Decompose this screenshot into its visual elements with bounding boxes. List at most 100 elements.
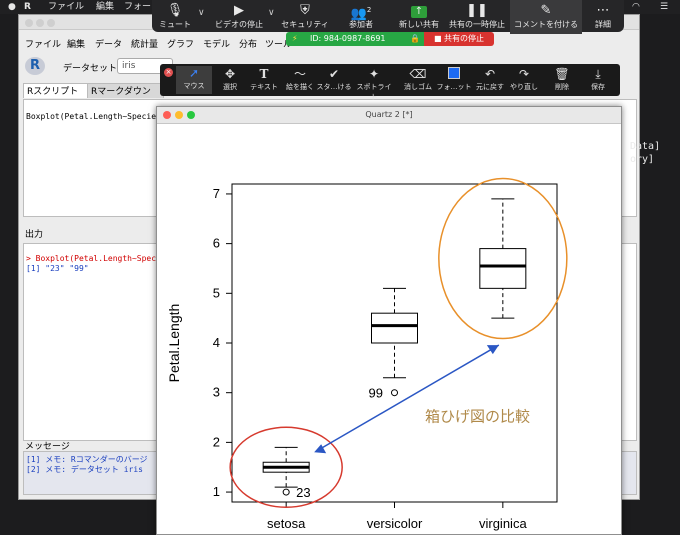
more-dots-icon: ⋯ [596,3,610,18]
tool-mouse[interactable]: ➚ マウス [176,66,212,94]
participants-label: 参加者 [349,20,373,29]
apple-menu-icon[interactable]: ● [8,0,16,14]
shield-icon: ⛨ [300,3,310,18]
outlier-label: 99 [369,386,383,401]
cursor-icon: ➚ [188,66,200,80]
text-t-icon: T [259,67,269,81]
more-button[interactable]: ⋯ 詳細 [586,2,620,30]
meeting-id-badge[interactable]: ⚡ ID: 984-0987-8691 🔒 [286,32,424,46]
participants-button[interactable]: 👥2 参加者 [338,2,384,30]
menubar-file[interactable]: ファイル [48,0,84,14]
video-camera-icon: ▶ [234,3,244,18]
outlier-point [391,389,398,397]
lock-icon: 🔒 [410,34,420,43]
output-line: > Boxplot(Petal.Length~Spec [26,254,157,263]
x-tick-label: setosa [267,516,306,531]
tool-undo[interactable]: ↶ 元に戻す [472,67,508,92]
window-close-button[interactable] [25,19,33,27]
stop-video-button[interactable]: ▶ ビデオの停止 [212,2,266,30]
new-share-button[interactable]: ↑ 新しい共有 [394,2,444,30]
y-tick-label: 3 [213,385,220,400]
menubar-format[interactable]: フォー [124,0,151,14]
script-line: Boxplot(Petal.Length~Specie [26,112,157,121]
message-line: [2] メモ: データセット iris [26,465,143,474]
people-icon: 👥2 [350,6,372,22]
menubar-app-name[interactable]: R [24,0,31,14]
redo-icon: ↷ [518,67,530,81]
output-line: [1] "23" "99" [26,264,89,273]
annotation-text: 箱ひげ図の比較 [425,408,530,426]
window-maximize-button[interactable] [47,19,55,27]
tab-r-script[interactable]: Rスクリプト [23,83,88,98]
eraser-icon: ⌫ [409,67,427,81]
y-tick-label: 4 [213,335,220,350]
tool-draw-label: 絵を描く [286,83,314,91]
tool-delete[interactable]: 🗑 削除 [544,67,580,92]
menu-data[interactable]: データ [95,37,122,50]
window-close-button[interactable] [163,111,171,119]
stop-square-icon: ■ [433,34,445,43]
security-button[interactable]: ⛨ セキュリティ [278,2,332,30]
window-minimize-button[interactable] [36,19,44,27]
save-download-icon: ⤓ [595,67,601,81]
annotate-button[interactable]: ✎ コメントを付ける [510,0,582,34]
shield-check-icon: ⚡ [292,34,298,43]
y-axis-label: Petal.Length [166,304,182,383]
tool-eraser[interactable]: ⌫ 消しゴム [400,67,436,92]
menu-file[interactable]: ファイル [25,37,61,50]
tool-stamp[interactable]: ✔ スタ…ける [316,67,352,92]
tool-stamp-label: スタ…ける [316,83,352,91]
tool-redo[interactable]: ↷ やり直し [506,67,542,92]
tool-spotlight[interactable]: ✦ スポトライト [354,67,394,102]
menu-models[interactable]: モデル [203,37,230,50]
outlier-point [282,488,290,496]
annotation-toolbar: × ➚ マウス ✥ 選択 T テキスト 〜 絵を描く ✔ スタ…ける ✦ スポト… [160,64,620,101]
window-minimize-button[interactable] [175,111,183,119]
zoom-control-bar: 🎙 ミュート ∨ ▶ ビデオの停止 ∨ ⛨ セキュリティ 👥2 参加者 ↑ 新し… [152,0,624,34]
undo-icon: ↶ [484,67,496,81]
tab-r-markdown[interactable]: Rマークダウン [87,83,164,98]
annotate-label: コメントを付ける [514,20,578,29]
menubar-edit[interactable]: 編集 [96,0,114,14]
magic-wand-icon: ✦ [368,67,380,81]
tool-select-label: 選択 [223,83,237,91]
more-label: 詳細 [595,20,611,29]
box [479,248,527,289]
tool-undo-label: 元に戻す [476,83,504,91]
pencil-icon: ✎ [540,3,552,18]
menu-statistics[interactable]: 統計量 [131,37,158,50]
window-maximize-button[interactable] [187,111,195,119]
tool-mouse-label: マウス [183,82,205,90]
y-tick-label: 2 [213,434,220,449]
menu-edit[interactable]: 編集 [67,37,85,50]
background-console-text: Data] ory] [630,140,660,166]
pause-share-label: 共有の一時停止 [449,20,505,29]
pause-share-button[interactable]: ❚❚ 共有の一時停止 [444,2,510,30]
tool-save-label: 保存 [591,83,605,91]
tool-text[interactable]: T テキスト [246,67,282,92]
mute-button[interactable]: 🎙 ミュート [156,2,194,30]
tool-draw[interactable]: 〜 絵を描く [282,67,318,92]
chevron-up-icon[interactable]: ∨ [268,8,275,18]
chevron-up-icon[interactable]: ∨ [198,8,205,18]
squiggle-icon: 〜 [293,67,306,81]
tool-select[interactable]: ✥ 選択 [212,67,248,92]
tool-save[interactable]: ⤓ 保存 [580,67,616,92]
menu-graphs[interactable]: グラフ [167,37,194,50]
x-tick-label: virginica [479,516,527,531]
window-title: Quartz 2 [*] [365,110,413,119]
control-center-icon[interactable]: ☰ [660,0,668,14]
close-annotation-icon[interactable]: × [164,68,173,77]
menu-distributions[interactable]: 分布 [239,37,257,50]
wifi-icon[interactable]: ◠ [632,0,640,14]
tool-format[interactable]: フォ…ット [436,67,472,92]
box [371,312,418,344]
stop-share-button[interactable]: ■ 共有の停止 [424,32,494,46]
pause-icon: ❚❚ [466,3,488,18]
tool-redo-label: やり直し [510,83,538,91]
quartz-graphics-window: Quartz 2 [*] 1 2 3 4 5 6 7 Petal.Length setosa 23… [156,106,622,535]
tool-eraser-label: 消しゴム [404,83,432,91]
share-screen-icon: ↑ [394,2,444,19]
tool-spotlight-label: スポトライト [356,83,392,101]
participants-count: 2 [366,6,372,14]
